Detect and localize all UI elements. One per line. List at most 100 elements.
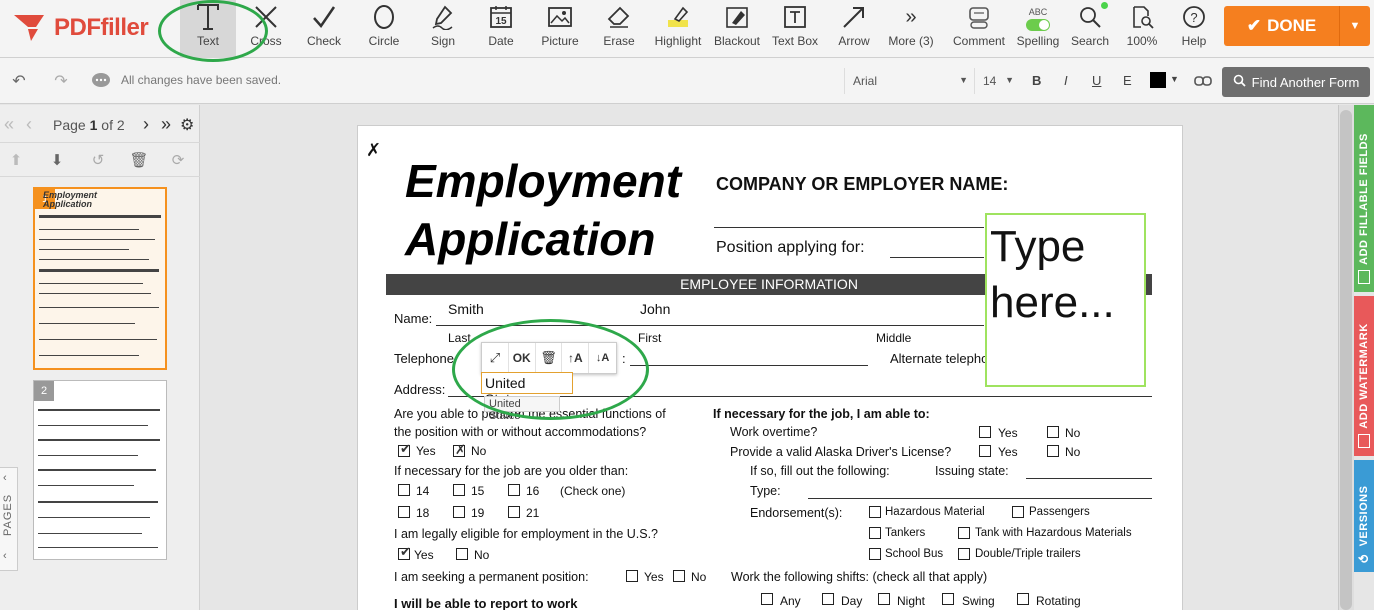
eligible-yes-checkbox[interactable]: ✔ <box>398 544 411 560</box>
shift-night-label: Night <box>897 594 926 608</box>
page-thumbnail-1[interactable]: 1 Employment Application <box>33 187 167 370</box>
refresh-icon[interactable]: ⟳ <box>168 150 188 170</box>
color-picker[interactable]: ▼ <box>1150 72 1180 90</box>
document-viewport[interactable]: ✗ Employment Application COMPANY OR EMPL… <box>200 105 1338 610</box>
find-another-form-button[interactable]: Find Another Form <box>1222 67 1370 97</box>
endorse-passengers-checkbox[interactable] <box>1012 506 1024 518</box>
move-icon[interactable]: ⤢ <box>482 343 509 373</box>
document-page[interactable]: ✗ Employment Application COMPANY OR EMPL… <box>357 125 1183 610</box>
next-page-icon[interactable]: › <box>143 114 149 135</box>
age-16-checkbox[interactable] <box>508 484 520 496</box>
tool-comment[interactable]: Comment <box>950 0 1008 58</box>
tool-arrow[interactable]: Arrow <box>832 0 876 58</box>
overtime-yes-checkbox[interactable] <box>979 426 991 438</box>
shift-rotating-checkbox[interactable] <box>1017 593 1029 605</box>
age-18-checkbox[interactable] <box>398 506 410 518</box>
perform-yes-checkbox[interactable]: ✔ <box>398 441 411 457</box>
tool-spelling[interactable]: ABC Spelling <box>1013 0 1063 58</box>
tool-circle[interactable]: Circle <box>362 0 406 58</box>
page-thumbnail-2[interactable]: 2 <box>33 380 167 560</box>
add-watermark-tab[interactable]: ADD WATERMARK <box>1354 296 1374 456</box>
pages-collapse-tab[interactable]: ‹ PAGES ‹ <box>0 467 18 571</box>
endorse-tankers-checkbox[interactable] <box>869 527 881 539</box>
perform-no-checkbox[interactable]: ✗ <box>453 442 466 457</box>
ok-button[interactable]: OK <box>509 343 536 373</box>
trash-icon[interactable]: 🗑 <box>536 343 563 373</box>
tool-text[interactable]: Text <box>180 0 236 58</box>
undo-icon[interactable]: ↶ <box>8 70 30 92</box>
font-family-select[interactable]: Arial ▼ <box>844 68 974 94</box>
country-text-field[interactable]: United States <box>481 372 573 407</box>
move-up-icon[interactable]: ⬆ <box>6 150 26 170</box>
tool-picture[interactable]: Picture <box>537 0 583 58</box>
italic-button[interactable]: I <box>1064 73 1068 88</box>
tool-sign[interactable]: Sign <box>421 0 465 58</box>
tool-blackout[interactable]: Blackout <box>712 0 762 58</box>
link-icon[interactable] <box>1192 70 1214 92</box>
tool-zoom[interactable]: 100% <box>1120 0 1164 58</box>
license-yes-checkbox[interactable] <box>979 445 991 457</box>
move-down-icon[interactable]: ⬇ <box>47 150 67 170</box>
tool-more[interactable]: » More (3) <box>886 0 936 58</box>
type-here-textbox[interactable]: Type here... <box>985 213 1146 387</box>
first-name-value[interactable]: John <box>640 301 670 317</box>
prev-page-icon[interactable]: ‹ <box>26 114 32 135</box>
endorse-hazmat-checkbox[interactable] <box>869 506 881 518</box>
done-main[interactable]: ✔ DONE <box>1224 6 1340 46</box>
age-14-checkbox[interactable] <box>398 484 410 496</box>
age-15-checkbox[interactable] <box>453 484 465 496</box>
highlight-icon <box>658 0 698 34</box>
eligible-no-checkbox[interactable] <box>456 548 468 560</box>
versions-tab[interactable]: VERSIONS ⟲ <box>1354 460 1374 572</box>
age-21-checkbox[interactable] <box>508 506 520 518</box>
chevron-down-icon: ▼ <box>959 75 968 85</box>
endorse-tank-hazmat-label: Tank with Hazardous Materials <box>975 527 1132 539</box>
chevron-down-icon[interactable]: ▼ <box>1340 6 1370 46</box>
rotate-icon[interactable]: ↺ <box>88 150 108 170</box>
endorse-tank-hazmat-checkbox[interactable] <box>958 527 970 539</box>
tool-label: Date <box>488 34 514 48</box>
underline-button[interactable]: U <box>1092 73 1101 88</box>
shift-swing-checkbox[interactable] <box>942 593 954 605</box>
endorse-double-triple-checkbox[interactable] <box>958 548 970 560</box>
vertical-scrollbar-thumb[interactable] <box>1340 110 1352 610</box>
erase-format-button[interactable]: E <box>1123 73 1132 88</box>
shift-any-checkbox[interactable] <box>761 593 773 605</box>
tool-text-box[interactable]: Text Box <box>768 0 822 58</box>
shift-day-checkbox[interactable] <box>822 593 834 605</box>
increase-font-icon[interactable]: ↑A <box>562 343 590 373</box>
add-fillable-fields-tab[interactable]: ADD FILLABLE FIELDS <box>1354 105 1374 292</box>
thumb-line <box>39 229 139 230</box>
bold-button[interactable]: B <box>1032 73 1041 88</box>
tool-cross[interactable]: Cross <box>244 0 288 58</box>
pdffiller-logo[interactable]: PDFfiller <box>14 10 149 46</box>
tool-date[interactable]: 15 Date <box>479 0 523 58</box>
tool-erase[interactable]: Erase <box>597 0 641 58</box>
tool-highlight[interactable]: Highlight <box>650 0 706 58</box>
tool-check[interactable]: Check <box>302 0 346 58</box>
endorse-school-bus-checkbox[interactable] <box>869 548 881 560</box>
gear-icon[interactable]: ⚙ <box>180 115 194 135</box>
spelling-toggle[interactable] <box>1026 19 1050 31</box>
decrease-font-icon[interactable]: ↓A <box>589 343 616 373</box>
shift-night-checkbox[interactable] <box>878 593 890 605</box>
age-19-checkbox[interactable] <box>453 506 465 518</box>
first-page-icon[interactable]: « <box>4 114 14 135</box>
permanent-yes-checkbox[interactable] <box>626 570 638 582</box>
trash-icon[interactable]: 🗑 <box>129 150 149 170</box>
autocomplete-suggestion[interactable]: United States <box>484 396 560 422</box>
font-size-select[interactable]: 14 ▼ <box>974 68 1020 94</box>
cross-mark[interactable]: ✗ <box>366 140 381 161</box>
tool-search[interactable]: Search <box>1068 0 1112 58</box>
cross-icon <box>246 0 286 34</box>
last-page-icon[interactable]: » <box>161 114 171 135</box>
tool-help[interactable]: ? Help <box>1172 0 1216 58</box>
redo-icon[interactable]: ↷ <box>50 70 72 92</box>
last-name-value[interactable]: Smith <box>448 301 484 317</box>
done-button[interactable]: ✔ DONE ▼ <box>1224 6 1370 46</box>
overtime-no-checkbox[interactable] <box>1047 426 1059 438</box>
color-swatch <box>1150 72 1166 88</box>
tool-label: Blackout <box>713 34 761 48</box>
license-no-checkbox[interactable] <box>1047 445 1059 457</box>
permanent-no-checkbox[interactable] <box>673 570 685 582</box>
